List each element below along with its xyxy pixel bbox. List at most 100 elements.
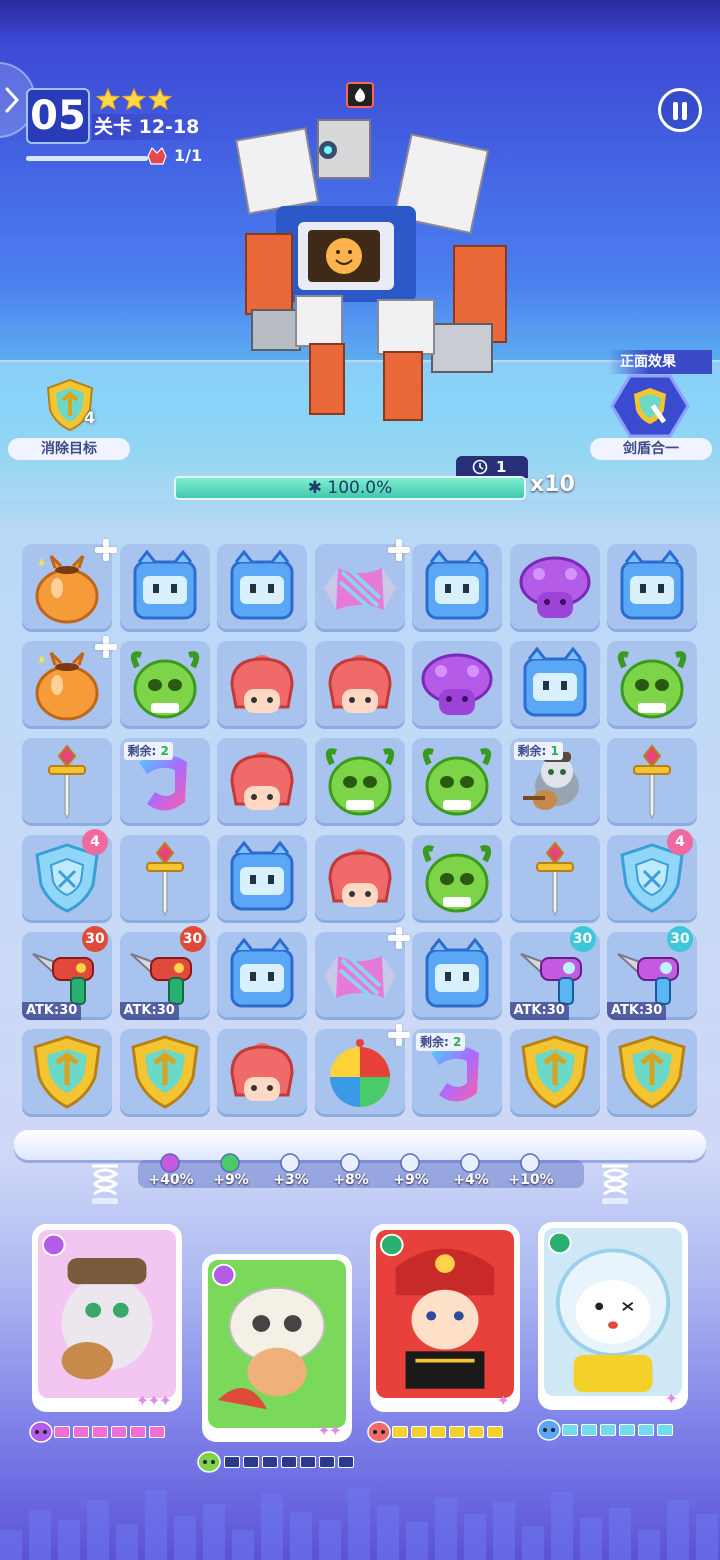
equalizer-bar [406,1522,428,1560]
boss-count: 1/1 [174,146,203,165]
star-icon [96,88,120,110]
board-tile[interactable] [314,738,405,826]
board-tile[interactable]: 剩余: 1 [509,738,600,826]
board-tile[interactable] [607,738,697,826]
red-helmet-icon [327,849,392,907]
bonus-icon [460,1153,480,1173]
blue-block-icon [425,549,489,620]
red-helmet-icon [230,655,294,713]
equalizer-bar [493,1502,515,1560]
board-tile[interactable] [509,835,600,923]
board-tile[interactable] [22,539,117,632]
board-tile[interactable]: 4 [607,829,697,923]
boss-hp-text: 100.0% [327,478,393,498]
board-tile[interactable] [314,641,405,729]
timer-value: 1 [496,458,507,476]
energy-segment [449,1426,465,1438]
board-tile[interactable] [314,539,410,632]
board-tile[interactable]: 30 ATK:30 [22,926,112,1020]
equalizer-bar [290,1512,312,1560]
board-tile[interactable]: 4 [22,829,112,923]
charge-badge: 30 [667,926,693,952]
red-helmet-icon [327,655,392,713]
sword-icon [145,841,184,917]
board-tile[interactable] [509,641,600,729]
board-tile[interactable]: 剩余: 2 [119,738,210,826]
hero-card-skull-kid[interactable]: ✦✦ [202,1254,352,1442]
bonus-value: +3% [273,1172,309,1188]
equalizer-bar [667,1500,689,1560]
purple-mushroom-icon [421,653,493,715]
board-tile[interactable]: 30 ATK:30 [509,926,600,1020]
blue-block-icon [230,937,294,1008]
board-tile[interactable]: 剩余: 2 [412,1029,502,1117]
board-tile[interactable] [412,932,502,1020]
boss-robot [235,119,507,421]
hero-card-cat-bard[interactable]: ✦✦✦ [32,1224,182,1412]
sword-icon [535,841,574,917]
board-tile[interactable] [607,1029,697,1117]
board-tile[interactable] [607,641,697,729]
board-tile[interactable] [217,932,307,1020]
bonus-value: +40% [148,1172,194,1188]
board-tile[interactable] [119,544,210,632]
board-tile[interactable] [217,835,307,923]
board-tile[interactable] [412,641,502,729]
sword-shield-effect-icon[interactable] [610,374,690,438]
board-tile[interactable] [412,835,502,923]
board-tile[interactable] [314,1024,410,1117]
effect-label: 剑盾合一 [590,438,712,460]
board-tile[interactable] [607,544,697,632]
board-tile[interactable] [314,835,405,923]
board-tile[interactable] [217,641,307,729]
bonus-value: +4% [453,1172,489,1188]
blue-block-icon [230,840,294,911]
board-tile[interactable] [22,1029,112,1117]
equalizer-bar [580,1518,602,1560]
board-tile[interactable] [217,1029,307,1117]
board-tile[interactable] [22,636,117,729]
hero-card-astro-bear[interactable]: ✦ [538,1222,688,1410]
remaining-count: 剩余: 2 [123,742,173,760]
plus-icon [94,635,118,659]
pause-button[interactable] [658,88,702,132]
board-tile[interactable] [22,738,112,826]
top-gradient [0,0,720,40]
attack-label: ATK:30 [607,1002,667,1020]
level-number: 05 [26,88,90,144]
board-tile[interactable] [509,544,600,632]
energy-segment [562,1424,578,1436]
board-tile[interactable] [509,1029,600,1117]
board-tile[interactable] [314,927,410,1020]
snowflake-icon: ✱ [307,478,328,498]
bonus-strip: +40% +9% +3% +8% +9% +4% +10% [138,1153,584,1188]
board-tile[interactable] [217,544,307,632]
stage-progress [26,156,148,161]
gold-emblem-icon [130,1035,199,1109]
energy-segment [92,1426,108,1438]
equalizer-bar [232,1530,254,1560]
boss-mini-icon [147,146,167,165]
board-tile[interactable] [412,738,502,826]
board-tile[interactable] [119,1029,210,1117]
board-tile[interactable] [119,641,210,729]
board-tile[interactable]: 30 ATK:30 [607,926,697,1020]
board-tile[interactable] [217,738,307,826]
equalizer-bar [319,1520,341,1560]
energy-segment [468,1426,484,1438]
hero-card-opera-hero[interactable]: ✦ [370,1224,520,1412]
energy-segment [600,1424,616,1436]
purple-mushroom-icon [519,556,590,618]
charge-badge: 30 [179,926,206,952]
green-horned-icon [130,651,199,719]
bonus-icon [220,1153,240,1173]
board-tile[interactable]: 30 ATK:30 [119,926,210,1020]
equalizer-bar [609,1508,631,1560]
equalizer-bar [551,1492,573,1560]
board-tile[interactable] [412,544,502,632]
sword-icon [48,744,86,820]
hero-energy-bar [562,1424,673,1438]
remaining-count: 剩余: 1 [513,742,563,760]
star-icon [122,88,146,110]
board-tile[interactable] [119,835,210,923]
